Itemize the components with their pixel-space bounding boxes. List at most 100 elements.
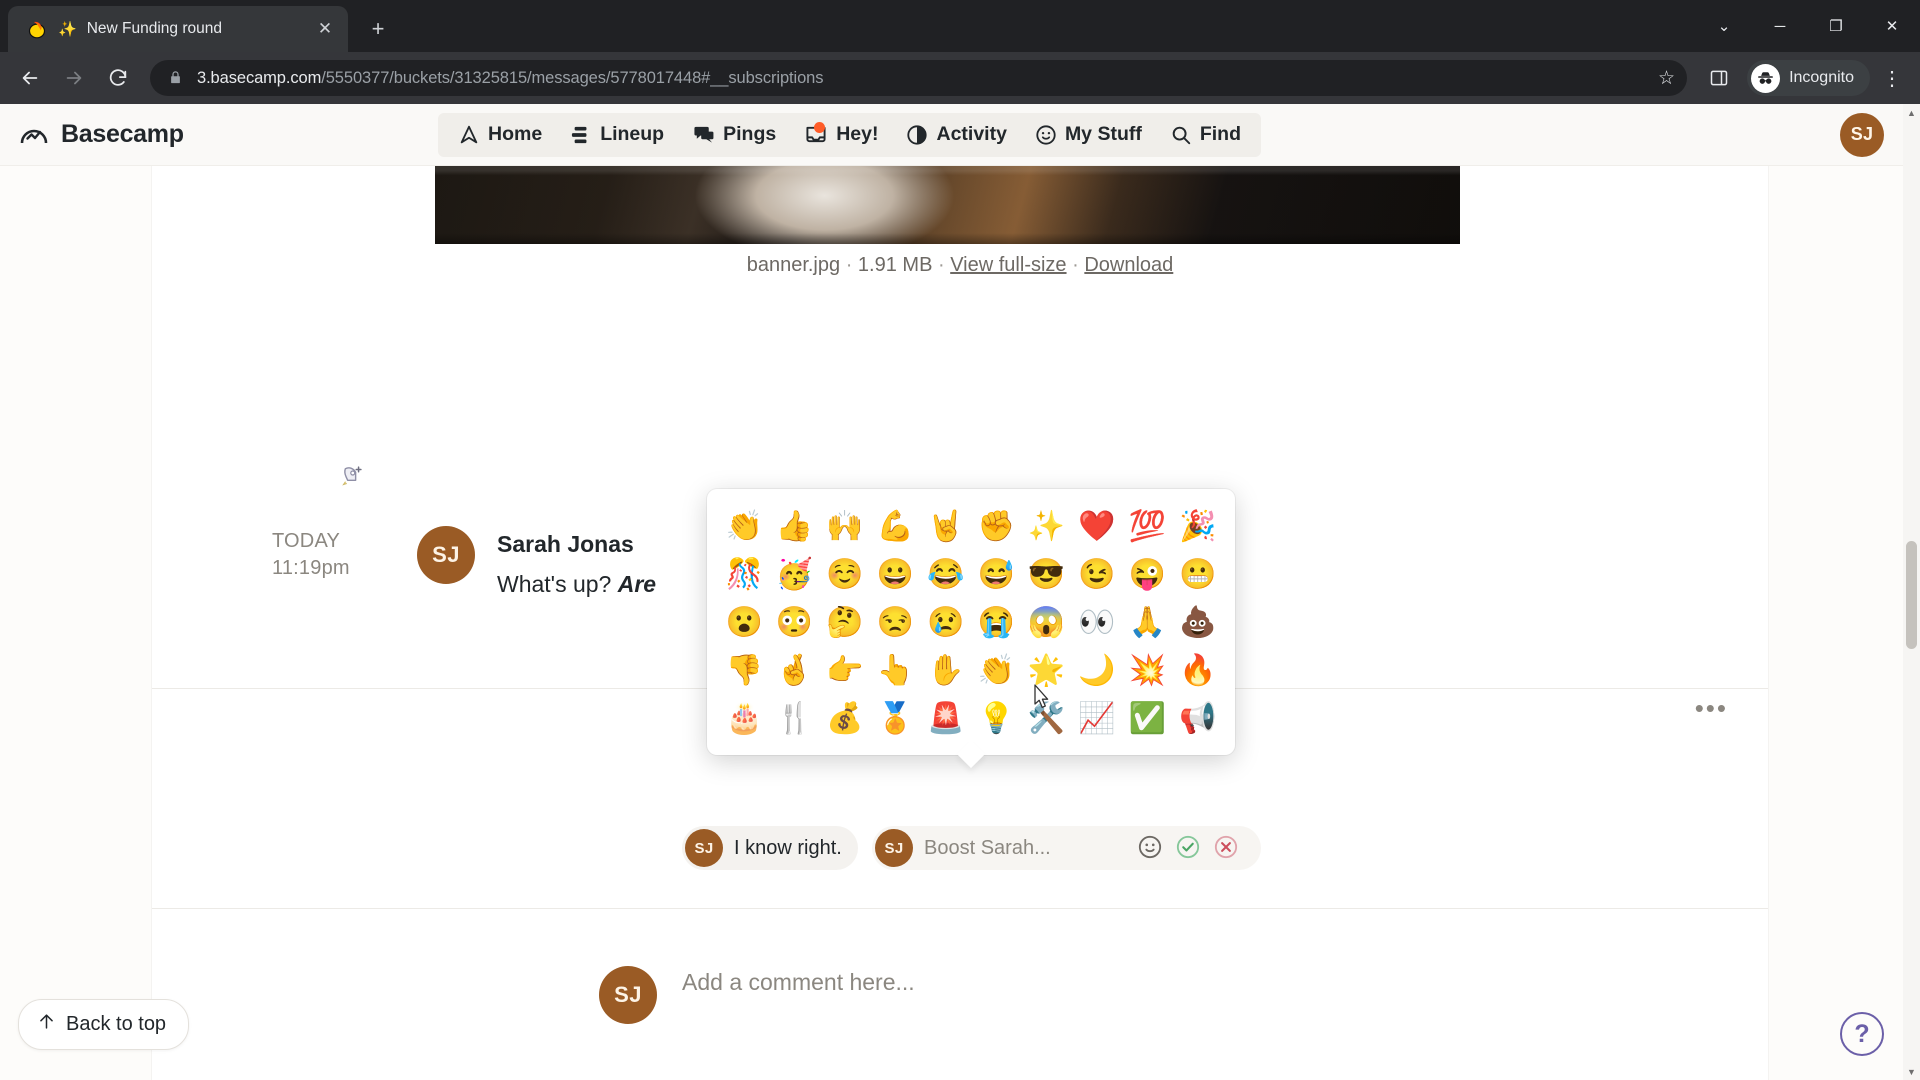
- emoji-cell[interactable]: 💯: [1122, 503, 1172, 551]
- emoji-cell[interactable]: 🌙: [1072, 647, 1122, 695]
- emoji-cell[interactable]: 🙏: [1122, 599, 1172, 647]
- boost-composer-avatar: SJ: [875, 829, 913, 867]
- emoji-picker-toggle-icon[interactable]: [1137, 834, 1163, 865]
- page-viewport: Basecamp Home Lineup Pings Hey! Activity…: [0, 104, 1920, 1080]
- emoji-cell[interactable]: 🏅: [870, 695, 920, 743]
- emoji-cell[interactable]: 🎊: [719, 551, 769, 599]
- emoji-cell[interactable]: 💰: [820, 695, 870, 743]
- submit-boost-icon[interactable]: [1175, 834, 1201, 865]
- emoji-cell[interactable]: 💡: [971, 695, 1021, 743]
- nav-label-my-stuff: My Stuff: [1064, 123, 1142, 145]
- message-avatar[interactable]: SJ: [417, 526, 475, 584]
- emoji-cell[interactable]: 🤘: [921, 503, 971, 551]
- account-avatar[interactable]: SJ: [1840, 112, 1884, 157]
- emoji-cell[interactable]: 😱: [1021, 599, 1071, 647]
- view-full-size-link[interactable]: View full-size: [950, 254, 1066, 276]
- message-more-menu[interactable]: •••: [1695, 695, 1728, 721]
- emoji-cell[interactable]: 💪: [870, 503, 920, 551]
- emoji-cell[interactable]: 🚨: [921, 695, 971, 743]
- back-icon[interactable]: [10, 58, 50, 98]
- boost-item[interactable]: SJ I know right.: [682, 826, 858, 870]
- nav-item-my-stuff[interactable]: My Stuff: [1021, 117, 1156, 152]
- emoji-cell[interactable]: 🤞: [769, 647, 819, 695]
- cancel-boost-icon[interactable]: [1213, 834, 1239, 865]
- scrollbar-up-arrow[interactable]: ▲: [1903, 104, 1920, 121]
- emoji-cell[interactable]: ✋: [921, 647, 971, 695]
- emoji-cell[interactable]: 🛠️: [1021, 695, 1071, 743]
- emoji-cell[interactable]: 👎: [719, 647, 769, 695]
- side-panel-icon[interactable]: [1699, 58, 1739, 98]
- emoji-cell[interactable]: 😅: [971, 551, 1021, 599]
- emoji-cell[interactable]: 😀: [870, 551, 920, 599]
- close-tab-icon[interactable]: ✕: [312, 16, 338, 42]
- boost-composer-input[interactable]: Boost Sarah...: [924, 837, 1051, 860]
- comment-input[interactable]: Add a comment here...: [682, 969, 915, 996]
- emoji-cell[interactable]: 😎: [1021, 551, 1071, 599]
- emoji-cell[interactable]: ✊: [971, 503, 1021, 551]
- emoji-cell[interactable]: 👍: [769, 503, 819, 551]
- nav-item-lineup[interactable]: Lineup: [556, 117, 678, 152]
- emoji-cell[interactable]: 😜: [1122, 551, 1172, 599]
- emoji-cell[interactable]: 😬: [1173, 551, 1223, 599]
- emoji-cell[interactable]: 🙌: [820, 503, 870, 551]
- emoji-cell[interactable]: 🥳: [769, 551, 819, 599]
- emoji-cell[interactable]: 👏: [971, 647, 1021, 695]
- download-link[interactable]: Download: [1084, 254, 1173, 276]
- emoji-cell[interactable]: ✨: [1021, 503, 1071, 551]
- emoji-cell[interactable]: ✅: [1122, 695, 1172, 743]
- emoji-cell[interactable]: 💥: [1122, 647, 1172, 695]
- emoji-cell[interactable]: 😭: [971, 599, 1021, 647]
- emoji-cell[interactable]: 👉: [820, 647, 870, 695]
- scrollbar-down-arrow[interactable]: ▼: [1903, 1063, 1920, 1080]
- emoji-cell[interactable]: 😳: [769, 599, 819, 647]
- nav-item-home[interactable]: Home: [444, 117, 556, 152]
- new-tab-button[interactable]: +: [360, 11, 396, 47]
- emoji-cell[interactable]: 🔥: [1173, 647, 1223, 695]
- maximize-button[interactable]: ❐: [1808, 0, 1864, 52]
- browser-tab[interactable]: ✨ New Funding round ✕: [8, 6, 348, 52]
- nav-item-hey[interactable]: Hey!: [790, 117, 892, 152]
- back-to-top-button[interactable]: Back to top: [18, 999, 190, 1050]
- nav-item-activity[interactable]: Activity: [892, 117, 1020, 152]
- emoji-cell[interactable]: 👆: [870, 647, 920, 695]
- emoji-cell[interactable]: 👏: [719, 503, 769, 551]
- banner-image[interactable]: [435, 166, 1460, 244]
- bookmark-star-icon[interactable]: ☆: [1658, 67, 1675, 90]
- incognito-profile-button[interactable]: Incognito: [1747, 60, 1870, 96]
- reload-icon[interactable]: [98, 58, 138, 98]
- scrollbar-thumb[interactable]: [1906, 541, 1917, 649]
- emoji-cell[interactable]: 📈: [1072, 695, 1122, 743]
- forward-icon[interactable]: [54, 58, 94, 98]
- emoji-cell[interactable]: 😉: [1072, 551, 1122, 599]
- basecamp-logo[interactable]: Basecamp: [18, 119, 438, 151]
- emoji-cell[interactable]: ❤️: [1072, 503, 1122, 551]
- attachment-caption: banner.jpg · 1.91 MB · View full-size · …: [152, 254, 1768, 277]
- basecamp-header: Basecamp Home Lineup Pings Hey! Activity…: [0, 104, 1920, 166]
- emoji-cell[interactable]: 😒: [870, 599, 920, 647]
- help-button[interactable]: ?: [1840, 1012, 1884, 1056]
- basecamp-logo-text: Basecamp: [61, 120, 184, 148]
- emoji-cell[interactable]: 😂: [921, 551, 971, 599]
- emoji-cell[interactable]: 🤔: [820, 599, 870, 647]
- emoji-cell[interactable]: 💩: [1173, 599, 1223, 647]
- nav-item-find[interactable]: Find: [1156, 117, 1255, 152]
- page-scrollbar[interactable]: ▲ ▼: [1903, 104, 1920, 1080]
- emoji-cell[interactable]: 🌟: [1021, 647, 1071, 695]
- rocket-add-icon[interactable]: [332, 456, 372, 496]
- close-window-button[interactable]: ✕: [1864, 0, 1920, 52]
- emoji-cell[interactable]: ☺️: [820, 551, 870, 599]
- nav-item-pings[interactable]: Pings: [678, 117, 790, 152]
- minimize-all-button[interactable]: ⌄: [1696, 0, 1752, 52]
- minimize-button[interactable]: ─: [1752, 0, 1808, 52]
- emoji-cell[interactable]: 😢: [921, 599, 971, 647]
- emoji-cell[interactable]: 🎂: [719, 695, 769, 743]
- emoji-cell[interactable]: 📢: [1173, 695, 1223, 743]
- browser-toolbar: 3.basecamp.com/5550377/buckets/31325815/…: [0, 52, 1920, 104]
- emoji-cell[interactable]: 👀: [1072, 599, 1122, 647]
- emoji-picker-popup[interactable]: 👏 👍 🙌 💪 🤘 ✊ ✨ ❤️ 💯 🎉 🎊 🥳 ☺️ 😀 😂 😅 😎 😉 😜 😬 😮 😳 🤔 😒 😢 😭 😱 👀 🙏 💩 👎 🤞 👉 👆 ✋ 👏 🌟 🌙…: [707, 489, 1235, 755]
- browser-menu-icon[interactable]: ⋮: [1874, 66, 1910, 91]
- emoji-cell[interactable]: 😮: [719, 599, 769, 647]
- address-bar[interactable]: 3.basecamp.com/5550377/buckets/31325815/…: [150, 60, 1688, 96]
- emoji-cell[interactable]: 🍴: [769, 695, 819, 743]
- emoji-cell[interactable]: 🎉: [1173, 503, 1223, 551]
